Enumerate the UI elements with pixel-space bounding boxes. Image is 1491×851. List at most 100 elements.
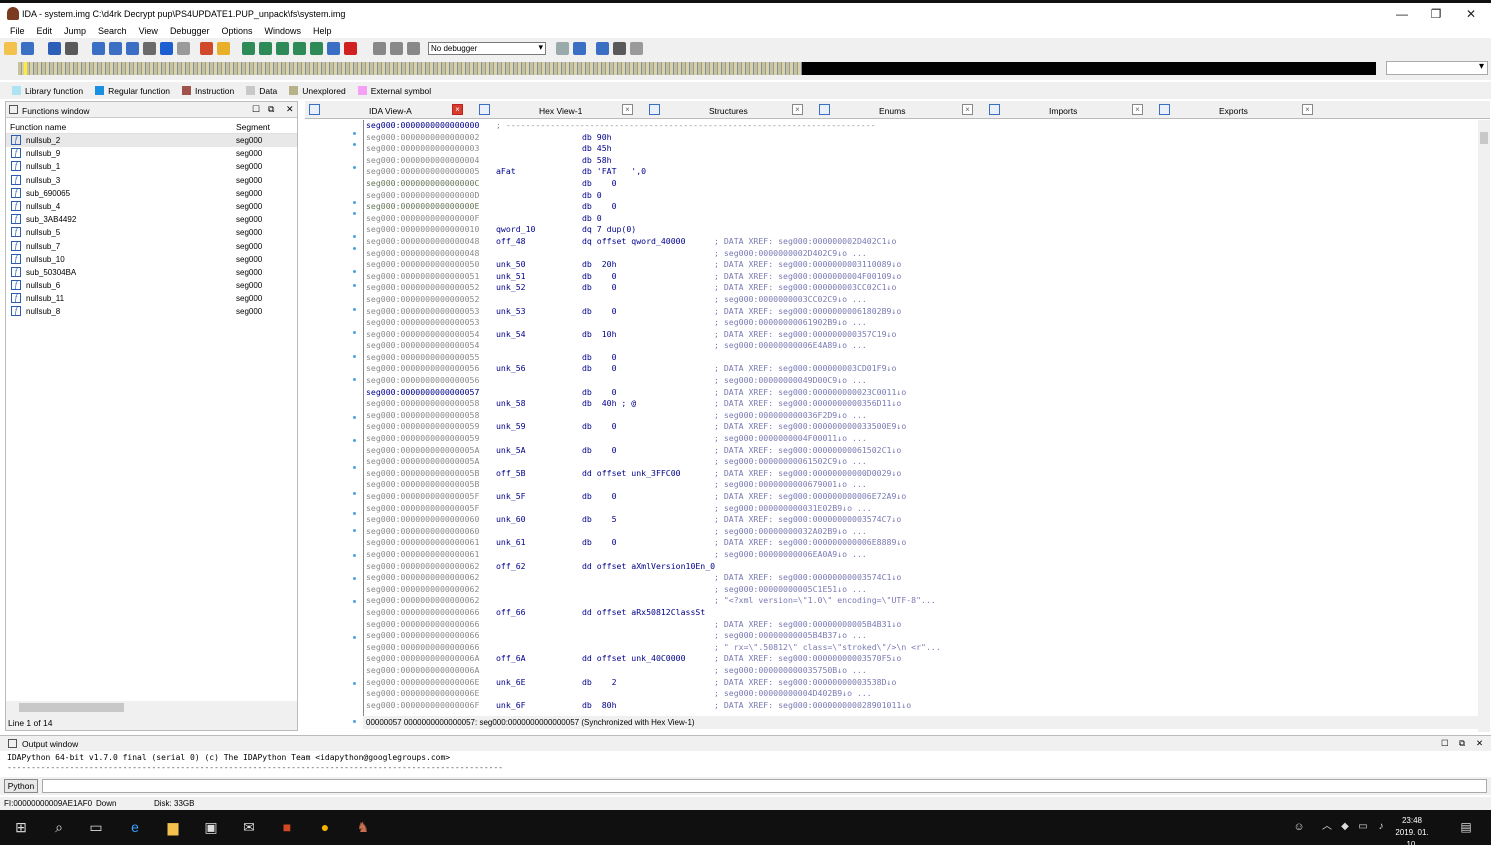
tab-ida-view-a[interactable]: IDA View-A × — [309, 103, 469, 118]
forward-icon[interactable] — [65, 41, 78, 55]
step-over-icon[interactable] — [613, 41, 626, 55]
navigation-stripe[interactable] — [18, 62, 1376, 75]
function-row[interactable]: f nullsub_10 seg000 — [6, 253, 297, 266]
maximize-output-icon[interactable]: ☐ — [1441, 738, 1449, 749]
listing-line[interactable]: seg000:0000000000000054 ; seg000:00000000… — [364, 340, 1478, 352]
listing-line[interactable]: seg000:000000000000006A ; seg000:00000000… — [364, 665, 1478, 677]
volume-icon[interactable]: ♪ — [1372, 818, 1390, 836]
explorer-icon[interactable]: ▆ — [164, 818, 182, 836]
code-icon[interactable] — [242, 41, 255, 55]
listing-line[interactable]: seg000:0000000000000062 ; seg000:00000000… — [364, 584, 1478, 596]
col-function-name[interactable]: Function name — [10, 122, 66, 132]
refresh-icon[interactable] — [573, 41, 586, 55]
function-row[interactable]: f nullsub_4 seg000 — [6, 200, 297, 213]
undefine-icon[interactable] — [310, 41, 323, 55]
open-icon[interactable] — [4, 41, 17, 55]
menu-view[interactable]: View — [139, 26, 158, 36]
tab-close-icon[interactable]: × — [452, 104, 463, 115]
tab-close-icon[interactable]: × — [622, 104, 633, 115]
menu-jump[interactable]: Jump — [64, 26, 86, 36]
listing-line[interactable]: seg000:0000000000000056 unk_56 db 0 ; DATA … — [364, 363, 1478, 375]
listing-line[interactable]: seg000:0000000000000058 ; seg000:00000000… — [364, 410, 1478, 422]
hscroll-thumb[interactable] — [19, 703, 124, 712]
python-button[interactable]: Python — [4, 779, 38, 793]
listing-line[interactable]: seg000:000000000000000E db 0 — [364, 201, 1478, 213]
listing-line[interactable]: seg000:0000000000000000 ; ---------------… — [364, 120, 1478, 132]
tab-close-icon[interactable]: × — [962, 104, 973, 115]
listing-line[interactable]: seg000:000000000000005A ; seg000:00000000… — [364, 456, 1478, 468]
listing-line[interactable]: seg000:0000000000000056 ; seg000:00000000… — [364, 375, 1478, 387]
chrome-icon[interactable]: ● — [316, 818, 334, 836]
ida-view-listing[interactable]: seg000:0000000000000000 ; ---------------… — [363, 120, 1478, 716]
function-row[interactable]: f nullsub_9 seg000 — [6, 147, 297, 160]
listing-line[interactable]: seg000:0000000000000052 unk_52 db 0 ; DATA … — [364, 282, 1478, 294]
clock[interactable]: 23:48 2019. 01. 10. — [1390, 815, 1434, 851]
listing-line[interactable]: seg000:0000000000000051 unk_51 db 0 ; DATA … — [364, 271, 1478, 283]
listing-line[interactable]: seg000:0000000000000062 ; DATA XREF: seg0… — [364, 572, 1478, 584]
listing-line[interactable]: seg000:000000000000006E unk_6E db 2 ; DATA … — [364, 677, 1478, 689]
listing-line[interactable]: seg000:0000000000000053 ; seg000:00000000… — [364, 317, 1478, 329]
listing-line[interactable]: seg000:0000000000000061 ; seg000:00000000… — [364, 549, 1478, 561]
listing-line[interactable]: seg000:0000000000000066 off_66 dd offset a… — [364, 607, 1478, 619]
powerpoint-icon[interactable]: ■ — [278, 818, 296, 836]
listing-line[interactable]: seg000:0000000000000053 unk_53 db 0 ; DATA … — [364, 306, 1478, 318]
ida-taskbar-icon[interactable]: ♞ — [354, 818, 372, 836]
listing-line[interactable]: seg000:0000000000000066 ; DATA XREF: seg0… — [364, 619, 1478, 631]
minimize-button[interactable]: — — [1387, 5, 1417, 23]
tab-hex-view-1[interactable]: Hex View-1 × — [479, 103, 639, 118]
listing-line[interactable]: seg000:000000000000000D db 0 — [364, 190, 1478, 202]
function-row[interactable]: f sub_50304BA seg000 — [6, 266, 297, 279]
listing-line[interactable]: seg000:0000000000000060 unk_60 db 5 ; DATA … — [364, 514, 1478, 526]
menu-debugger[interactable]: Debugger — [170, 26, 210, 36]
tab-structures[interactable]: Structures × — [649, 103, 809, 118]
search-text-icon[interactable] — [109, 41, 122, 55]
listing-line[interactable]: seg000:0000000000000048 ; seg000:00000000… — [364, 248, 1478, 260]
listing-line[interactable]: seg000:0000000000000002 db 90h — [364, 132, 1478, 144]
listing-line[interactable]: seg000:0000000000000004 db 58h — [364, 155, 1478, 167]
listing-line[interactable]: seg000:0000000000000057 db 0 ; DATA XREF: … — [364, 387, 1478, 399]
notification-icon[interactable]: ▤ — [1457, 818, 1475, 836]
listing-line[interactable]: seg000:0000000000000062 ; "<?xml version=… — [364, 595, 1478, 607]
menu-options[interactable]: Options — [221, 26, 252, 36]
listing-line[interactable]: seg000:0000000000000062 off_62 dd offset a… — [364, 561, 1478, 573]
data-icon[interactable] — [259, 41, 272, 55]
step-into-icon[interactable] — [596, 41, 609, 55]
store-icon[interactable]: ▣ — [202, 818, 220, 836]
functions-hscroll[interactable] — [6, 701, 297, 714]
undo-icon[interactable] — [177, 41, 190, 55]
debugger-select[interactable]: No debugger — [428, 41, 546, 55]
listing-line[interactable]: seg000:0000000000000058 unk_58 db 40h ; @;… — [364, 398, 1478, 410]
start-icon[interactable]: ⊞ — [12, 818, 30, 836]
listing-line[interactable]: seg000:0000000000000048 off_48 dq offset q… — [364, 236, 1478, 248]
jump-icon[interactable] — [92, 41, 105, 55]
pause-icon[interactable] — [390, 41, 403, 55]
restore-button[interactable]: ❐ — [1421, 5, 1451, 23]
search-icon[interactable]: ⌕ — [50, 818, 68, 836]
listing-line[interactable]: seg000:000000000000005B ; seg000:00000000… — [364, 479, 1478, 491]
listing-line[interactable]: seg000:0000000000000054 unk_54 db 10h ; DAT… — [364, 329, 1478, 341]
listing-line[interactable]: seg000:000000000000000C db 0 — [364, 178, 1478, 190]
network-icon[interactable]: ▭ — [1354, 818, 1372, 836]
listing-line[interactable]: seg000:0000000000000059 unk_59 db 0 ; DATA … — [364, 421, 1478, 433]
listing-line[interactable]: seg000:0000000000000050 unk_50 db 20h ; DAT… — [364, 259, 1478, 271]
tab-close-icon[interactable]: × — [1302, 104, 1313, 115]
listing-line[interactable]: seg000:000000000000000F db 0 — [364, 213, 1478, 225]
listing-line[interactable]: seg000:000000000000006F unk_6F db 80h ; DAT… — [364, 700, 1478, 712]
tray-app-icon[interactable]: ◆ — [1336, 818, 1354, 836]
function-row[interactable]: f sub_3AB4492 seg000 — [6, 213, 297, 226]
vscroll-thumb[interactable] — [1480, 132, 1488, 144]
menu-file[interactable]: File — [10, 26, 25, 36]
search-binary-icon[interactable] — [126, 41, 139, 55]
listing-line[interactable]: seg000:0000000000000059 ; seg000:00000000… — [364, 433, 1478, 445]
graph-icon[interactable] — [200, 41, 213, 55]
listing-line[interactable]: seg000:0000000000000061 unk_61 db 0 ; DATA … — [364, 537, 1478, 549]
listing-line[interactable]: seg000:0000000000000066 ; " rx=\".50812\"… — [364, 642, 1478, 654]
edge-icon[interactable]: e — [126, 818, 144, 836]
listing-line[interactable]: seg000:0000000000000060 ; seg000:00000000… — [364, 526, 1478, 538]
function-row[interactable]: f nullsub_7 seg000 — [6, 240, 297, 253]
attach-icon[interactable] — [556, 41, 569, 55]
array-icon[interactable] — [293, 41, 306, 55]
mail-icon[interactable]: ✉ — [240, 818, 258, 836]
tab-close-icon[interactable]: × — [1132, 104, 1143, 115]
string-icon[interactable] — [276, 41, 289, 55]
